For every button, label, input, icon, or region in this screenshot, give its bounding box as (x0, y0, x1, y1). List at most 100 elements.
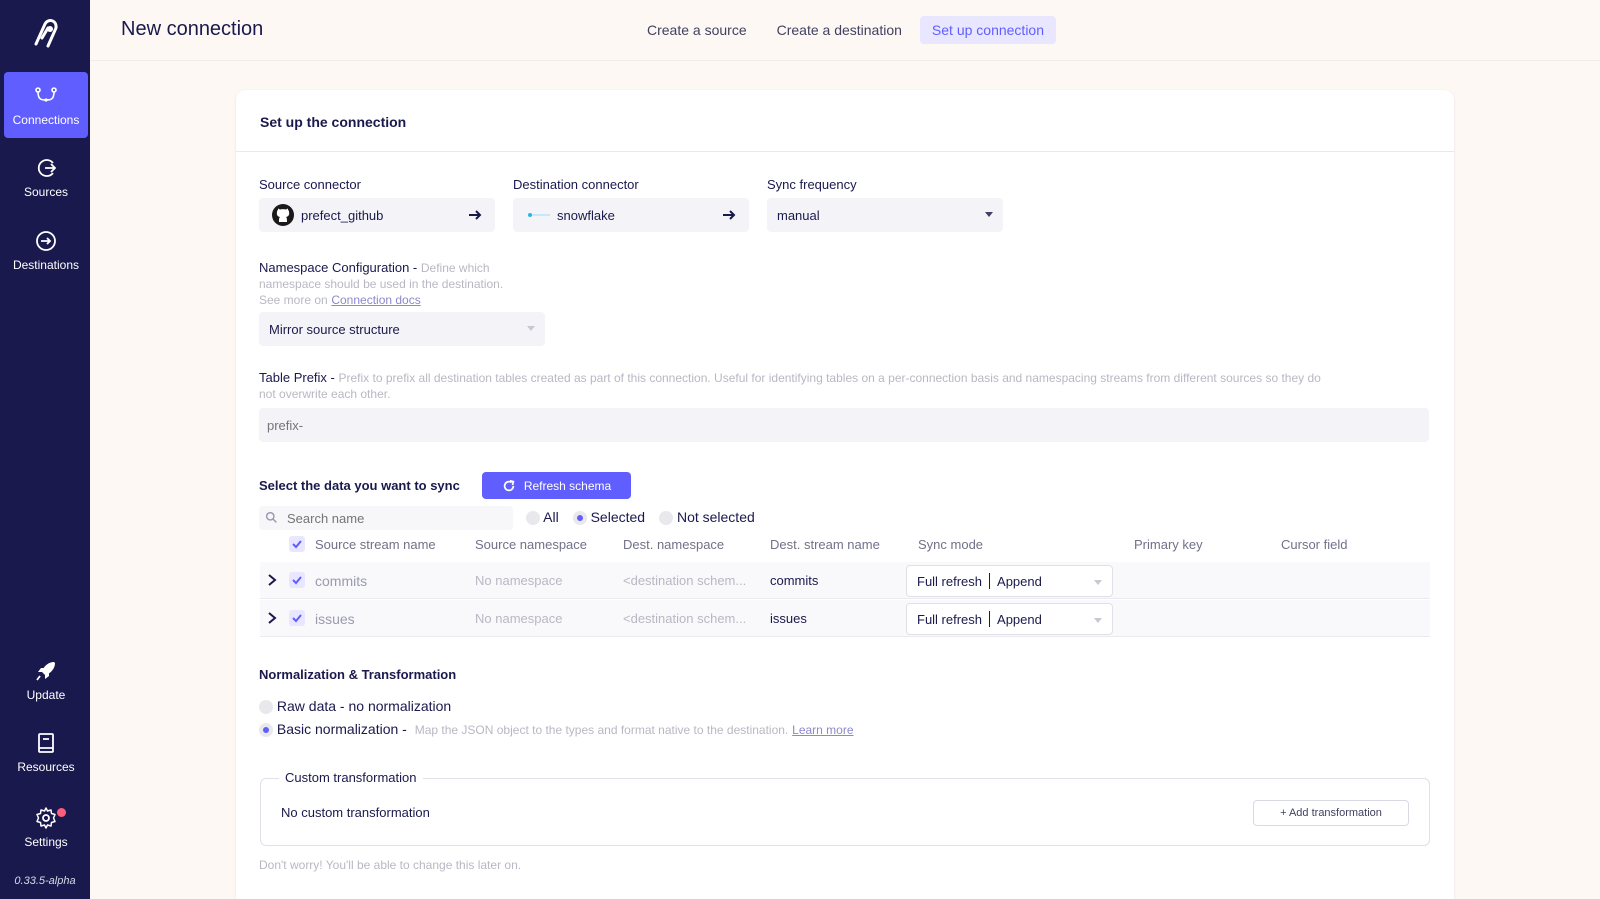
sidebar-item-label: Resources (17, 760, 75, 774)
table-row[interactable]: issues No namespace <destination schem..… (260, 600, 1430, 637)
radio-selected-icon (572, 511, 587, 526)
learn-more-link[interactable]: Learn more (792, 723, 853, 737)
custom-transformation-box: Custom transformation No custom transfor… (260, 770, 1430, 846)
step-set-up-connection[interactable]: Set up connection (919, 16, 1057, 44)
book-icon (38, 733, 54, 753)
namespace-select[interactable]: Mirror source structure (259, 312, 545, 346)
select-all-checkbox[interactable] (289, 536, 305, 552)
sync-frequency-select[interactable]: manual (767, 198, 1003, 232)
row-checkbox[interactable] (289, 572, 305, 588)
sidebar-item-destinations[interactable]: Destinations (4, 229, 88, 279)
column-dest-namespace: Dest. namespace (623, 537, 725, 552)
table-prefix-input[interactable] (259, 408, 1429, 442)
chevron-right-icon[interactable] (266, 611, 278, 625)
arrow-right-icon[interactable] (721, 207, 737, 223)
basic-normalization-label: Basic normalization - (276, 721, 407, 737)
sync-mode-select[interactable]: Full refresh Append (906, 565, 1113, 597)
sidebar-item-resources[interactable]: Resources (4, 731, 88, 781)
sidebar-item-sources[interactable]: Sources (4, 156, 88, 206)
filter-all-label: All (543, 509, 559, 525)
filter-not-selected-label: Not selected (676, 509, 755, 525)
namespace-hint-line2: namespace should be used in the destinat… (259, 277, 504, 291)
sidebar-item-label: Sources (23, 185, 69, 199)
basic-normalization-option[interactable]: Basic normalization - Map the JSON objec… (259, 721, 854, 738)
custom-transformation-legend: Custom transformation (279, 770, 423, 785)
airbyte-logo-icon[interactable] (26, 16, 64, 54)
chevron-down-icon (985, 212, 993, 217)
chevron-down-icon (1094, 618, 1102, 623)
connections-icon (35, 87, 57, 102)
table-row[interactable]: commits No namespace <destination schem.… (260, 562, 1430, 599)
connection-form-card: Set up the connection Source connector p… (236, 90, 1454, 899)
namespace-config-label: Namespace Configuration - Define which n… (259, 260, 549, 308)
sidebar-item-connections[interactable]: Connections (4, 72, 88, 138)
dest-namespace: <destination schem... (623, 573, 747, 588)
source-connector-value: prefect_github (301, 207, 384, 223)
namespace-hint-line3: See more on (259, 293, 328, 307)
sidebar-item-update[interactable]: Update (4, 659, 88, 709)
filter-not-selected[interactable]: Not selected (659, 509, 755, 526)
destination-connector-label: Destination connector (513, 177, 639, 192)
sidebar-item-label: Settings (24, 835, 68, 849)
source-connector-field[interactable]: prefect_github (259, 198, 495, 232)
filter-all[interactable]: All (526, 509, 559, 526)
search-field[interactable] (259, 506, 513, 530)
step-create-destination[interactable]: Create a destination (765, 16, 914, 44)
no-transformation-text: No custom transformation (281, 805, 430, 820)
source-connector-label: Source connector (259, 177, 361, 192)
sync-mode-select[interactable]: Full refresh Append (906, 603, 1113, 635)
search-icon (265, 511, 277, 523)
namespace-hint: Define which (420, 261, 490, 275)
sidebar-item-settings[interactable]: Settings (4, 806, 88, 856)
chevron-down-icon (1094, 580, 1102, 585)
card-title: Set up the connection (260, 114, 407, 130)
refresh-schema-button[interactable]: Refresh schema (482, 472, 631, 499)
radio-icon (526, 511, 540, 526)
arrow-right-icon[interactable] (467, 207, 483, 223)
source-namespace: No namespace (475, 573, 563, 588)
notification-badge (57, 808, 66, 817)
column-sync-mode: Sync mode (918, 537, 984, 552)
namespace-value: Mirror source structure (269, 321, 400, 337)
sync-mode-destination: Append (997, 611, 1042, 627)
add-transformation-button[interactable]: + Add transformation (1253, 800, 1409, 826)
radio-icon (659, 511, 674, 526)
header-divider (90, 60, 1600, 61)
column-source-namespace: Source namespace (475, 537, 588, 552)
dest-namespace: <destination schem... (623, 611, 747, 626)
github-icon (272, 204, 294, 226)
sync-mode-destination: Append (997, 573, 1042, 589)
stream-name: commits (315, 573, 368, 589)
destination-connector-field[interactable]: snowflake (513, 198, 749, 232)
chevron-down-icon (527, 326, 535, 331)
sidebar-item-label: Connections (12, 113, 80, 127)
namespace-config-title: Namespace Configuration - (259, 260, 418, 275)
version-label: 0.33.5-alpha (14, 875, 76, 887)
sync-mode-refresh: Full refresh (917, 573, 983, 589)
snowflake-icon (528, 213, 550, 217)
gear-icon (36, 807, 56, 829)
raw-data-option[interactable]: Raw data - no normalization (259, 698, 451, 715)
column-primary-key: Primary key (1134, 537, 1203, 552)
search-input[interactable] (287, 510, 497, 526)
filter-selected[interactable]: Selected (572, 509, 645, 526)
connection-docs-link[interactable]: Connection docs (331, 293, 420, 307)
stream-name: issues (315, 611, 355, 627)
radio-icon (259, 700, 273, 715)
checkmark-icon (292, 614, 302, 623)
sources-icon (37, 159, 57, 177)
rocket-icon (36, 662, 55, 681)
table-prefix-hint: Prefix to prefix all destination tables … (338, 371, 1321, 385)
row-checkbox[interactable] (289, 610, 305, 626)
stream-filter-group: All Selected Not selected (526, 509, 755, 526)
chevron-right-icon[interactable] (266, 573, 278, 587)
dest-stream-name: commits (770, 573, 819, 588)
destination-connector-value: snowflake (557, 207, 615, 223)
normalization-label: Normalization & Transformation (259, 667, 457, 682)
basic-normalization-hint: Map the JSON object to the types and for… (414, 723, 789, 737)
table-prefix-hint-line2: not overwrite each other. (259, 387, 391, 401)
card-divider (236, 151, 1454, 152)
sync-frequency-label: Sync frequency (767, 177, 857, 192)
step-create-source[interactable]: Create a source (635, 16, 759, 44)
table-prefix-title: Table Prefix - (259, 370, 335, 385)
